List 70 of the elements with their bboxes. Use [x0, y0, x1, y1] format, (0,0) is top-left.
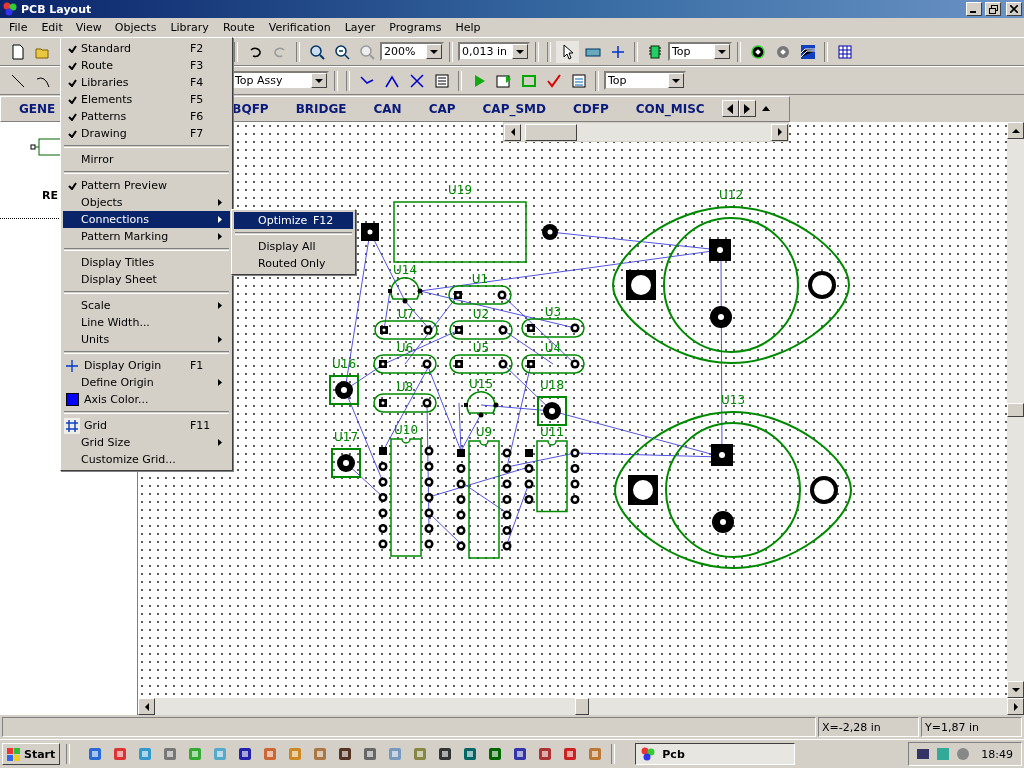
component-label: U7 [397, 307, 415, 321]
library-tab[interactable]: CON_MISC [625, 101, 722, 116]
menu-item[interactable]: Pattern Preview [63, 177, 230, 194]
dropdown[interactable]: Top Assy [231, 71, 329, 90]
menu[interactable]: Programs [382, 19, 449, 36]
pattern-name: RE [42, 188, 58, 202]
menu[interactable]: Library [163, 19, 216, 36]
menu[interactable]: View [69, 20, 108, 35]
component-label: U1 [471, 272, 489, 286]
component-label: U3 [544, 305, 562, 319]
x-coordinate: X=-2,28 in [818, 717, 919, 737]
menu-item[interactable]: Standard F2 [63, 40, 230, 57]
dropdown[interactable]: 200% [380, 42, 444, 61]
component-label: U4 [544, 341, 562, 355]
component-label: U15 [468, 377, 494, 391]
menu[interactable]: Help [448, 19, 488, 36]
window-title: PCB Layout [21, 2, 93, 16]
menu-item[interactable]: Define Origin [63, 374, 230, 391]
library-tab[interactable]: CAP [418, 101, 473, 116]
component-label: U2 [472, 307, 490, 321]
menu-item[interactable]: Route F3 [63, 57, 230, 74]
component-label: U13 [720, 393, 746, 407]
menu-item[interactable]: Grid F11 [63, 417, 230, 434]
menu-item[interactable]: Optimize F12 [234, 212, 353, 229]
menu-item[interactable]: Libraries F4 [63, 74, 230, 91]
menu-item[interactable]: Objects [63, 194, 230, 211]
component-label: U12 [718, 188, 744, 202]
library-tab[interactable]: CAN [363, 101, 419, 116]
menu-item[interactable]: Display All [234, 238, 353, 255]
menu[interactable]: File [2, 19, 35, 36]
dropdown[interactable]: Top [668, 42, 732, 61]
component-label: U10 [393, 423, 419, 437]
menu-item[interactable]: Line Width... [63, 314, 230, 331]
component-label: U9 [475, 425, 493, 439]
menu-item[interactable]: Display Origin F1 [63, 357, 230, 374]
menu-item[interactable]: Scale [63, 297, 230, 314]
menu-item[interactable]: Units [63, 331, 230, 348]
menu[interactable]: Edit [34, 19, 70, 36]
component-label: U17 [333, 430, 359, 444]
menu-item[interactable]: Routed Only [234, 255, 353, 272]
start-button[interactable]: Start [2, 743, 61, 765]
menu-item[interactable]: Connections [63, 211, 230, 228]
component-label: U11 [539, 425, 565, 439]
menu-item[interactable]: Grid Size [63, 434, 230, 451]
component-label: U8 [396, 380, 414, 394]
menu[interactable]: Verification [261, 19, 338, 36]
dropdown[interactable]: 0,013 in [458, 42, 530, 61]
menu[interactable]: Layer [337, 19, 383, 36]
library-tab[interactable]: CAP_SMD [472, 101, 563, 116]
menu-item[interactable]: Mirror [63, 151, 230, 168]
clock: 18:49 [981, 747, 1013, 761]
dropdown[interactable]: Top [604, 71, 686, 90]
component-label: U6 [396, 341, 414, 355]
menu[interactable]: Objects [107, 19, 164, 36]
menu-item[interactable]: Drawing F7 [63, 125, 230, 142]
menu-item[interactable]: Customize Grid... [63, 451, 230, 468]
component-label: U19 [447, 183, 473, 197]
component-label: U18 [539, 378, 565, 392]
menu-item[interactable]: Axis Color... [63, 391, 230, 408]
component-label: U16 [331, 357, 357, 371]
menu-item[interactable]: Display Sheet [63, 271, 230, 288]
library-tab[interactable]: CDFP [562, 101, 626, 116]
component-label: U14 [392, 263, 418, 277]
taskbar-button[interactable]: Pcb [635, 743, 796, 765]
menu[interactable]: Route [215, 19, 262, 36]
menu-item[interactable]: Display Titles [63, 254, 230, 271]
y-coordinate: Y=1,87 in [921, 717, 1022, 737]
library-tab[interactable]: BRIDGE [285, 101, 364, 116]
component-label: U5 [472, 341, 490, 355]
menu-item[interactable]: Pattern Marking [63, 228, 230, 245]
